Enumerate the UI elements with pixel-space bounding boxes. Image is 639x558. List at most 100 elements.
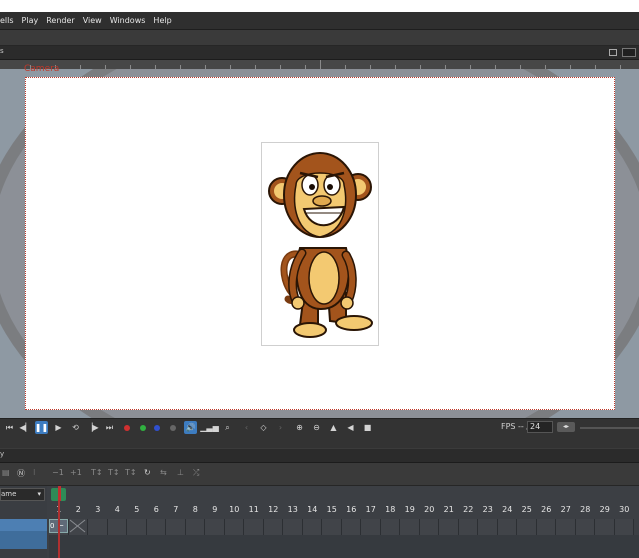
green-channel-icon[interactable] (136, 421, 149, 434)
timeline-cell[interactable] (263, 519, 283, 535)
timeline-cell[interactable] (146, 519, 166, 535)
frame-number[interactable]: 22 (459, 505, 479, 514)
frame-number[interactable]: 19 (400, 505, 420, 514)
first-frame-icon[interactable]: ⏮ (3, 421, 16, 434)
collapse-icon[interactable]: ⊥ (177, 468, 184, 477)
frame-number[interactable]: 18 (381, 505, 401, 514)
timeline-cell[interactable] (185, 519, 205, 535)
frame-number[interactable]: 29 (595, 505, 615, 514)
timeline-cell[interactable] (595, 519, 615, 535)
prev-key-icon[interactable]: ‹ (240, 421, 253, 434)
frame-number[interactable]: 13 (283, 505, 303, 514)
timeline-cell[interactable] (341, 519, 361, 535)
zoom-icon[interactable]: ⌕ (221, 421, 234, 434)
panel-menu-icon[interactable] (622, 48, 636, 57)
fps-spinner[interactable]: ◂▸ (557, 422, 575, 432)
frame-number[interactable]: 12 (264, 505, 284, 514)
timeline-cell[interactable] (380, 519, 400, 535)
next-key-icon[interactable]: › (274, 421, 287, 434)
swap-icon[interactable]: ⇆ (160, 468, 167, 477)
layer-name-dropdown[interactable]: ame ▾ (0, 488, 45, 501)
monkey-drawing[interactable] (261, 142, 379, 346)
menu-item-play[interactable]: Play (22, 16, 39, 25)
text-tool-3-icon[interactable]: T↕ (125, 468, 137, 477)
timeline-cell[interactable] (478, 519, 498, 535)
timeline-cell[interactable] (497, 519, 517, 535)
sound-icon[interactable]: 🔊 (184, 421, 197, 434)
frame-number[interactable]: 20 (420, 505, 440, 514)
frame-number[interactable]: 11 (244, 505, 264, 514)
menu-item-view[interactable]: View (83, 16, 102, 25)
timeline-cell[interactable] (283, 519, 303, 535)
layer-row[interactable] (0, 531, 47, 549)
timeline-cell[interactable] (302, 519, 322, 535)
menu-item-render[interactable]: Render (46, 16, 74, 25)
frame-number[interactable]: 23 (478, 505, 498, 514)
frame-slider[interactable] (580, 427, 639, 429)
prev-frame-icon[interactable]: ◀▏ (19, 421, 32, 434)
timeline-cell[interactable] (517, 519, 537, 535)
frame-number[interactable]: 27 (556, 505, 576, 514)
keyframe-diamond-icon[interactable]: ◇ (257, 421, 270, 434)
menu-item-cells[interactable]: ells (0, 16, 14, 25)
frame-number[interactable]: 21 (439, 505, 459, 514)
fps-field[interactable]: 24 (527, 421, 553, 433)
pause-icon[interactable]: ❚❚ (35, 421, 48, 434)
empty-cell-marker[interactable] (68, 519, 87, 533)
onion-skin-icon[interactable]: Ⓝ (17, 468, 25, 479)
timeline-cell[interactable] (361, 519, 381, 535)
plus-one-button[interactable]: +1 (70, 468, 82, 477)
red-channel-icon[interactable] (120, 421, 133, 434)
timeline-cell[interactable] (400, 519, 420, 535)
layer-row-selected[interactable] (0, 519, 47, 531)
frame-number[interactable]: 7 (166, 505, 186, 514)
timeline-cell[interactable] (107, 519, 127, 535)
frame-number[interactable]: 2 (69, 505, 89, 514)
zoom-in-icon[interactable]: ⊕ (293, 421, 306, 434)
frame-number[interactable]: 5 (127, 505, 147, 514)
last-frame-icon[interactable]: ⏭ (103, 421, 116, 434)
float-panel-icon[interactable] (609, 49, 617, 56)
menu-item-windows[interactable]: Windows (110, 16, 146, 25)
timeline-cell[interactable] (614, 519, 634, 535)
timeline-cell[interactable] (88, 519, 108, 535)
timeline-cell[interactable] (244, 519, 264, 535)
menu-item-help[interactable]: Help (153, 16, 171, 25)
timeline-cell[interactable] (166, 519, 186, 535)
frame-number[interactable]: 28 (576, 505, 596, 514)
lock-icon[interactable]: ⁝ (33, 468, 36, 477)
frame-number[interactable]: 8 (186, 505, 206, 514)
stop-icon[interactable]: ■ (361, 421, 374, 434)
blue-channel-icon[interactable] (150, 421, 163, 434)
zoom-out-icon[interactable]: ⊖ (310, 421, 323, 434)
timeline-cell[interactable] (575, 519, 595, 535)
play-icon[interactable]: ▶ (52, 421, 65, 434)
timeline-cell[interactable] (127, 519, 147, 535)
timeline-cell[interactable] (224, 519, 244, 535)
timeline-cell[interactable] (439, 519, 459, 535)
timeline-cell[interactable] (536, 519, 556, 535)
frame-number[interactable]: 10 (225, 505, 245, 514)
text-tool-icon[interactable]: T↕ (91, 468, 103, 477)
timeline-cell[interactable] (556, 519, 576, 535)
timeline-cell[interactable] (458, 519, 478, 535)
timeline-cell[interactable] (322, 519, 342, 535)
frame-number[interactable]: 4 (108, 505, 128, 514)
timeline-tracks[interactable] (49, 535, 639, 558)
frame-number-ruler[interactable]: 1234567891011121314151617181920212223242… (49, 505, 639, 518)
frame-number[interactable]: 30 (615, 505, 635, 514)
frame-number[interactable]: 6 (147, 505, 167, 514)
rotate-icon[interactable]: ◀ (344, 421, 357, 434)
timeline-cell[interactable] (205, 519, 225, 535)
refresh-icon[interactable]: ↻ (144, 468, 151, 477)
histogram-icon[interactable]: ▁▃▅ (200, 421, 218, 434)
cell-row[interactable] (49, 519, 639, 535)
next-frame-icon[interactable]: ▕▶ (86, 421, 99, 434)
frame-number[interactable]: 3 (88, 505, 108, 514)
frame-number[interactable]: 26 (537, 505, 557, 514)
frame-number[interactable]: 17 (361, 505, 381, 514)
frame-number[interactable]: 16 (342, 505, 362, 514)
minus-one-button[interactable]: −1 (52, 468, 64, 477)
frame-number[interactable]: 24 (498, 505, 518, 514)
frame-number[interactable]: 15 (322, 505, 342, 514)
